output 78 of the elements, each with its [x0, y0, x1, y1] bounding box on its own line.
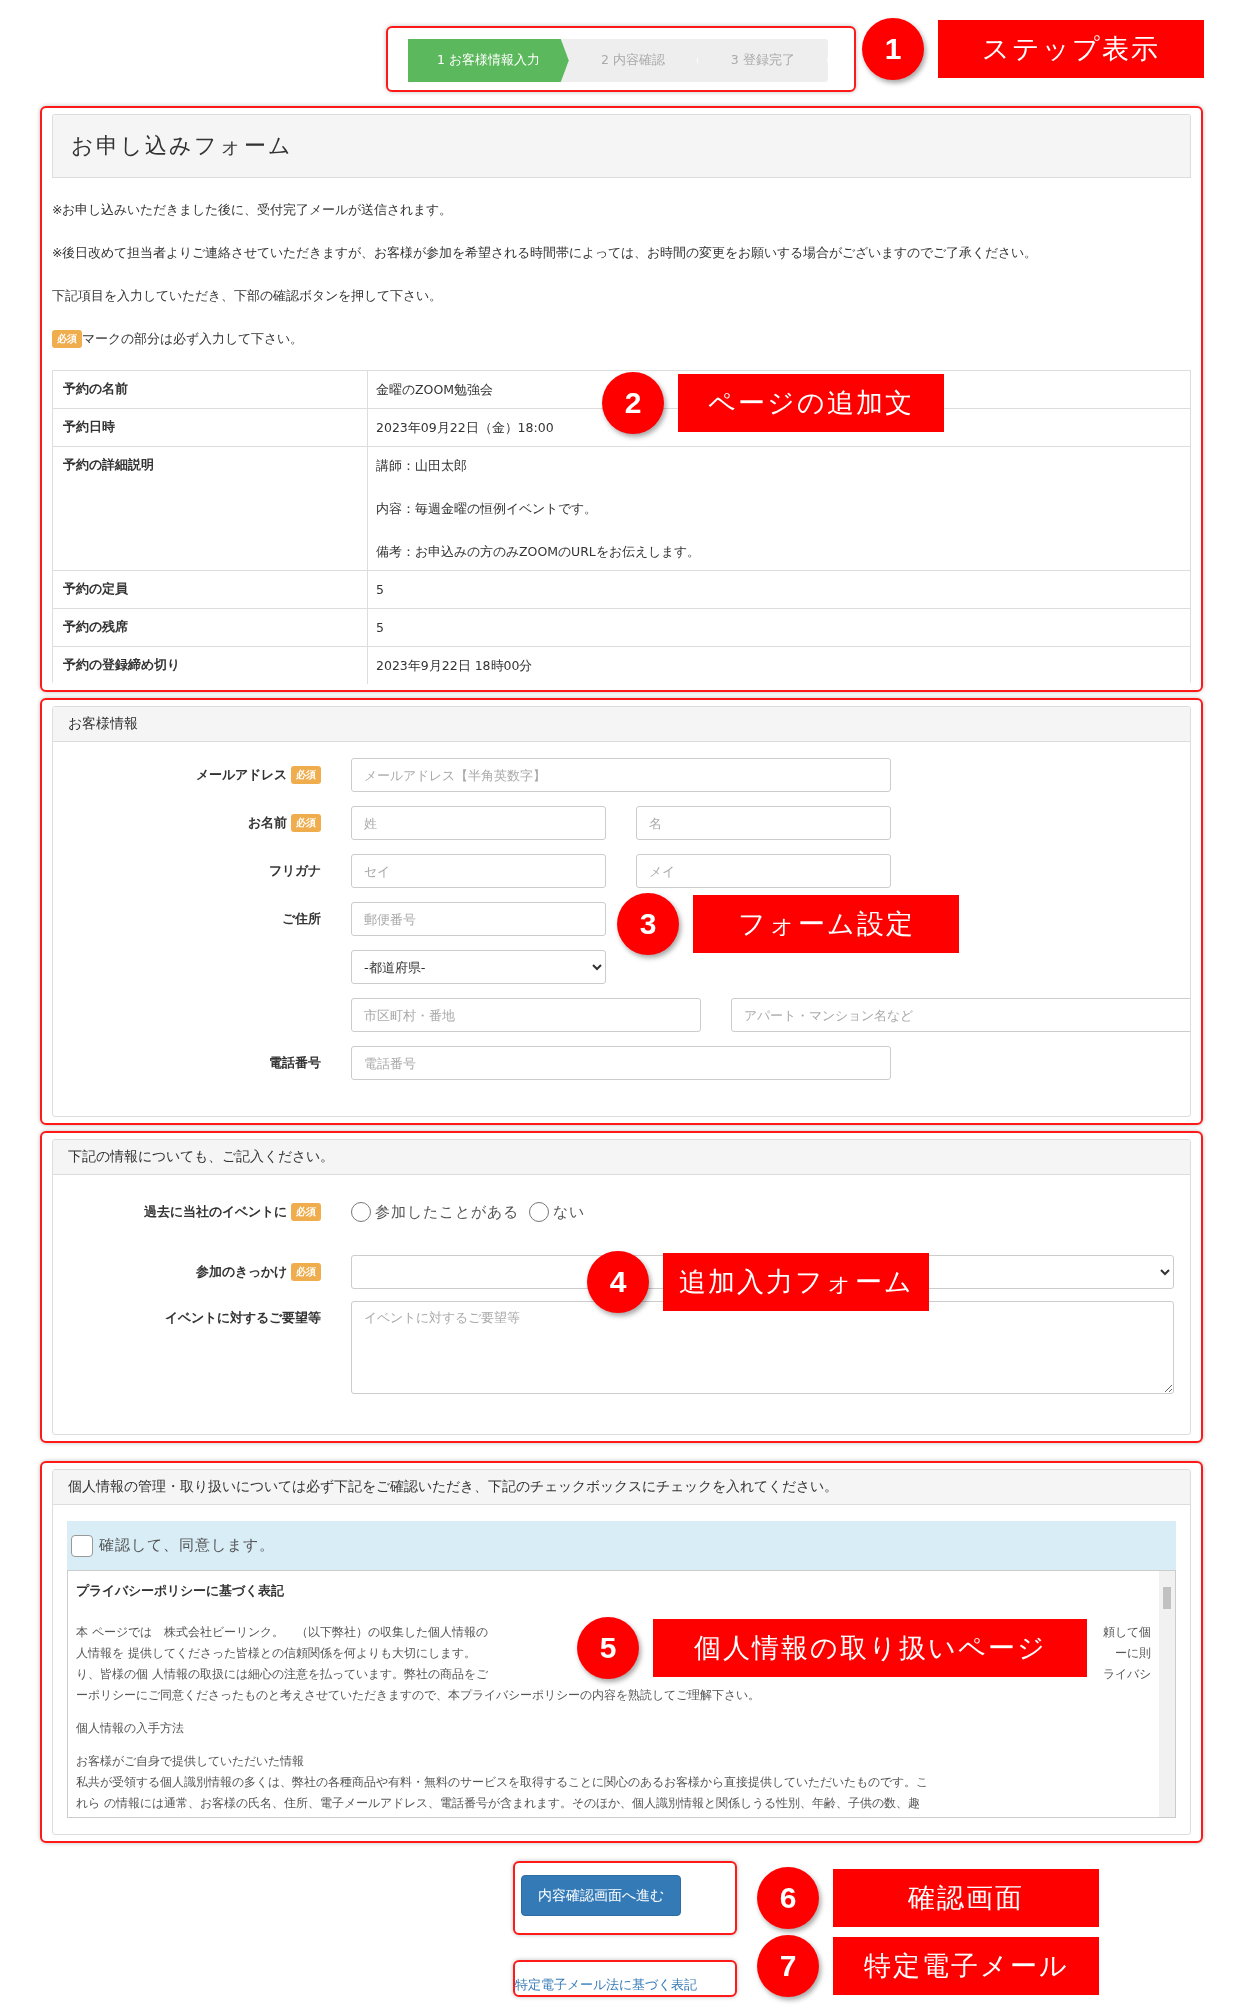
notice-text: ※お申し込みいただきました後に、受付完了メールが送信されます。 — [52, 201, 454, 219]
table-header-cell: 予約の残席 — [53, 609, 368, 646]
table-header-cell: 予約の定員 — [53, 571, 368, 608]
policy-text: ーに則 — [1115, 1645, 1151, 1662]
input-field[interactable]: 姓 — [351, 806, 606, 840]
policy-text: お客様がご自身で提供していただいた情報 — [76, 1753, 304, 1770]
agree-checkbox[interactable]: 確認して、同意します。 — [67, 1521, 1176, 1570]
number-badge: 1 — [862, 18, 924, 80]
radio-option[interactable]: 参加したことがある — [351, 1202, 519, 1222]
scrollbar[interactable] — [1159, 1571, 1175, 1817]
policy-text: 個人情報の入手方法 — [76, 1720, 184, 1737]
checkbox-icon[interactable] — [71, 1534, 93, 1557]
policy-text: れら の情報には通常、お客様の氏名、住所、電子メールアドレス、電話番号が含まれます。そのほか、個人識別情報と関係しうる性別、年齢、子供の数、趣 — [76, 1795, 920, 1812]
number-badge: 6 — [757, 1867, 819, 1929]
number-badge: 5 — [577, 1617, 639, 1679]
annotation-label: 個人情報の取り扱いページ — [653, 1619, 1087, 1677]
table-header-cell: 予約の名前 — [53, 371, 368, 408]
notice-text: 下記項目を入力していただき、下部の確認ボタンを押して下さい。 — [52, 287, 443, 305]
policy-text: 本 ページでは 株式会社ビーリンク。 （以下弊社）の収集した個人情報の — [76, 1624, 488, 1641]
policy-text: 私共が受領する個人識別情報の多くは、弊社の各種商品や有料・無料のサービスを取得することに関心のあるお客様から直接提供していただいたものです。こ — [76, 1774, 928, 1791]
table-cell-text: 5 — [376, 581, 384, 599]
annotation-label: ステップ表示 — [938, 20, 1204, 78]
annotation-label: 確認画面 — [833, 1869, 1099, 1927]
policy-text: 頼して個 — [1103, 1624, 1151, 1641]
number-badge: 7 — [757, 1935, 819, 1997]
required-badge: 必須 — [52, 329, 82, 348]
input-field[interactable]: アパート・マンション名など — [731, 998, 1190, 1032]
table-header-cell: 予約日時 — [53, 409, 368, 446]
input-field[interactable]: 名 — [636, 806, 891, 840]
field-label: フリガナ — [269, 862, 321, 880]
required-badge: 必須 — [291, 1203, 321, 1221]
policy-text: ライバシ — [1103, 1666, 1151, 1683]
radio-option[interactable]: ない — [529, 1202, 585, 1222]
section-title: 個人情報の管理・取り扱いについては必ず下記をご確認いただき、下記のチェックボックスにチェックを入れてください。 — [53, 1470, 1190, 1505]
table-cell-text: 2023年09月22日（金）18:00 — [376, 419, 554, 437]
number-badge: 3 — [617, 893, 679, 955]
number-badge: 2 — [602, 372, 664, 434]
annotation-label: ページの追加文 — [678, 374, 944, 432]
notice-text: ※後日改めて担当者よりご連絡させていただきますが、お客様が参加を希望される時間帯によっては、お時間の変更をお願いする場合がございますのでご了承ください。 — [52, 244, 1039, 262]
section-title: 下記の情報についても、ご記入ください。 — [53, 1140, 1190, 1175]
form-title: お申し込みフォーム — [52, 114, 1191, 178]
table-cell-text: 5 — [376, 619, 384, 637]
input-field[interactable]: 市区町村・番地 — [351, 998, 701, 1032]
required-badge: 必須 — [291, 814, 321, 832]
field-label: 過去に当社のイベントに — [144, 1203, 287, 1221]
table-cell-text: 内容：毎週金曜の恒例イベントです。 — [376, 500, 597, 518]
annotation-label: フォーム設定 — [693, 895, 959, 953]
policy-text: 人情報を 提供してくださった皆様との信頼関係を何よりも大切にします。 — [76, 1645, 476, 1662]
input-field[interactable]: メールアドレス【半角英数字】 — [351, 758, 891, 792]
field-label: 参加のきっかけ — [196, 1263, 287, 1281]
policy-text: ーポリシーにご同意くださったものと考えさせていただきますので、本プライバシーポリシーの内容を熟読してご理解下さい。 — [76, 1687, 760, 1704]
field-label: ご住所 — [282, 910, 321, 928]
table-cell-text: 2023年9月22日 18時00分 — [376, 657, 533, 675]
annotation-label: 追加入力フォーム — [663, 1253, 929, 1311]
required-badge: 必須 — [291, 766, 321, 784]
policy-text: り、皆様の個 人情報の取扱には細心の注意を払っています。弊社の商品をご — [76, 1666, 488, 1683]
section-title: お客様情報 — [53, 707, 1190, 742]
table-cell-text: 講師：山田太郎 — [376, 457, 467, 475]
notice-text: マークの部分は必ず入力して下さい。 — [82, 330, 303, 348]
table-cell-text: 金曜のZOOM勉強会 — [376, 381, 494, 399]
field-label: イベントに対するご要望等 — [165, 1309, 321, 1327]
annotation-label: 特定電子メール — [833, 1937, 1099, 1995]
confirm-button[interactable]: 内容確認画面へ進む — [521, 1875, 681, 1916]
required-badge: 必須 — [291, 1263, 321, 1281]
text-area[interactable]: イベントに対するご要望等 — [351, 1301, 1174, 1394]
input-field[interactable]: 郵便番号 — [351, 902, 606, 936]
policy-heading: プライバシーポリシーに基づく表記 — [76, 1583, 285, 1600]
field-label: お名前 — [248, 814, 287, 832]
table-header-cell: 予約の登録締め切り — [53, 647, 368, 684]
input-field[interactable]: セイ — [351, 854, 606, 888]
field-label: メールアドレス — [196, 766, 287, 784]
input-field[interactable]: メイ — [636, 854, 891, 888]
prefecture-select[interactable]: -都道府県- — [351, 950, 606, 984]
table-header-cell: 予約の詳細説明 — [53, 447, 368, 570]
field-label: 電話番号 — [269, 1054, 321, 1072]
table-cell-text: 備考：お申込みの方のみZOOMのURLをお伝えします。 — [376, 543, 700, 561]
input-field[interactable]: 電話番号 — [351, 1046, 891, 1080]
legal-link[interactable]: 特定電子メール法に基づく表記 — [515, 1977, 697, 1992]
